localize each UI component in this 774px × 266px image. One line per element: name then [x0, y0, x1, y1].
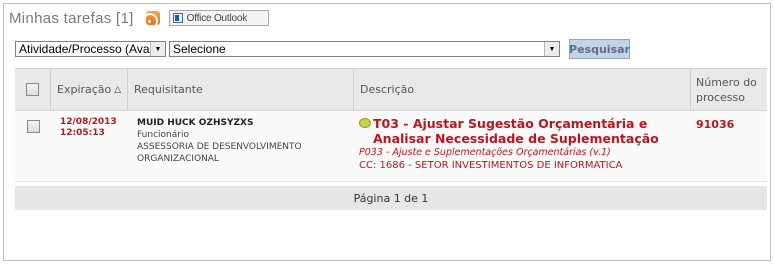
tasks-table: Expiração △ Requisitante Descrição Númer…: [15, 68, 767, 210]
table-row[interactable]: 12/08/2013 12:05:13 MUID HUCK OZHSYZXS F…: [15, 111, 767, 182]
process-select-value: Selecione: [173, 42, 226, 56]
expiration-date: 12/08/2013: [60, 117, 117, 127]
header-process-number: Número do processo: [691, 69, 767, 110]
row-requester: MUID HUCK OZHSYZXS Funcionário ASSESSORI…: [128, 111, 354, 181]
chevron-down-icon[interactable]: ▼: [544, 42, 559, 56]
header-requester: Requisitante: [128, 69, 354, 110]
panel-header: Minhas tarefas [1] Office Outlook: [9, 8, 269, 28]
office-outlook-button[interactable]: Office Outlook: [168, 10, 269, 26]
select-all-checkbox[interactable]: [26, 83, 39, 96]
row-checkbox[interactable]: [26, 120, 40, 133]
cost-center: CC: 1686 - SETOR INVESTIMENTOS DE INFORM…: [359, 160, 623, 171]
requester-department: ASSESSORIA DE DESENVOLVIMENTO ORGANIZACI…: [137, 142, 302, 164]
pagination-text: Página 1 de 1: [353, 191, 429, 205]
office-outlook-label: Office Outlook: [186, 12, 248, 24]
header-requester-label: Requisitante: [134, 83, 203, 96]
expiration-time: 12:05:13: [60, 128, 105, 138]
page-title: Minhas tarefas [1]: [9, 9, 134, 27]
chevron-down-icon[interactable]: ▼: [150, 42, 165, 56]
header-description: Descrição: [354, 69, 691, 110]
process-number-link[interactable]: 91036: [696, 118, 734, 131]
rss-feed-icon[interactable]: [145, 11, 160, 25]
header-select-all-cell: [15, 69, 51, 110]
header-process-number-label: Número do processo: [696, 75, 757, 104]
row-select-cell: [15, 111, 51, 181]
pagination-bar: Página 1 de 1: [15, 186, 767, 210]
filter-type-value: Atividade/Processo (Ava: [19, 42, 150, 56]
row-process-number: 91036: [691, 111, 767, 181]
header-expiration[interactable]: Expiração △: [51, 69, 128, 110]
task-title-link[interactable]: T03 - Ajustar Sugestão Orçamentária e An…: [373, 116, 691, 146]
row-expiration: 12/08/2013 12:05:13: [51, 111, 128, 181]
table-header: Expiração △ Requisitante Descrição Númer…: [15, 68, 767, 111]
comment-icon: [359, 118, 371, 128]
search-button[interactable]: Pesquisar: [569, 39, 630, 59]
outlook-icon: [172, 13, 183, 23]
process-select[interactable]: Selecione ▼: [169, 41, 560, 57]
filter-bar: Atividade/Processo (Ava ▼ Selecione ▼ Pe…: [15, 39, 630, 59]
process-name: P033 - Ajuste e Suplementações Orçamentá…: [359, 147, 611, 158]
header-description-label: Descrição: [360, 83, 415, 96]
sort-ascending-icon: △: [114, 84, 122, 95]
filter-type-select[interactable]: Atividade/Processo (Ava ▼: [15, 41, 166, 57]
requester-name: MUID HUCK OZHSYZXS: [137, 118, 254, 128]
row-description: T03 - Ajustar Sugestão Orçamentária e An…: [354, 111, 691, 181]
header-expiration-label: Expiração: [57, 83, 112, 96]
task-title-line: T03 - Ajustar Sugestão Orçamentária e An…: [359, 116, 691, 146]
requester-role: Funcionário: [137, 130, 189, 140]
tasks-panel: Minhas tarefas [1] Office Outlook Ativid…: [3, 3, 771, 261]
